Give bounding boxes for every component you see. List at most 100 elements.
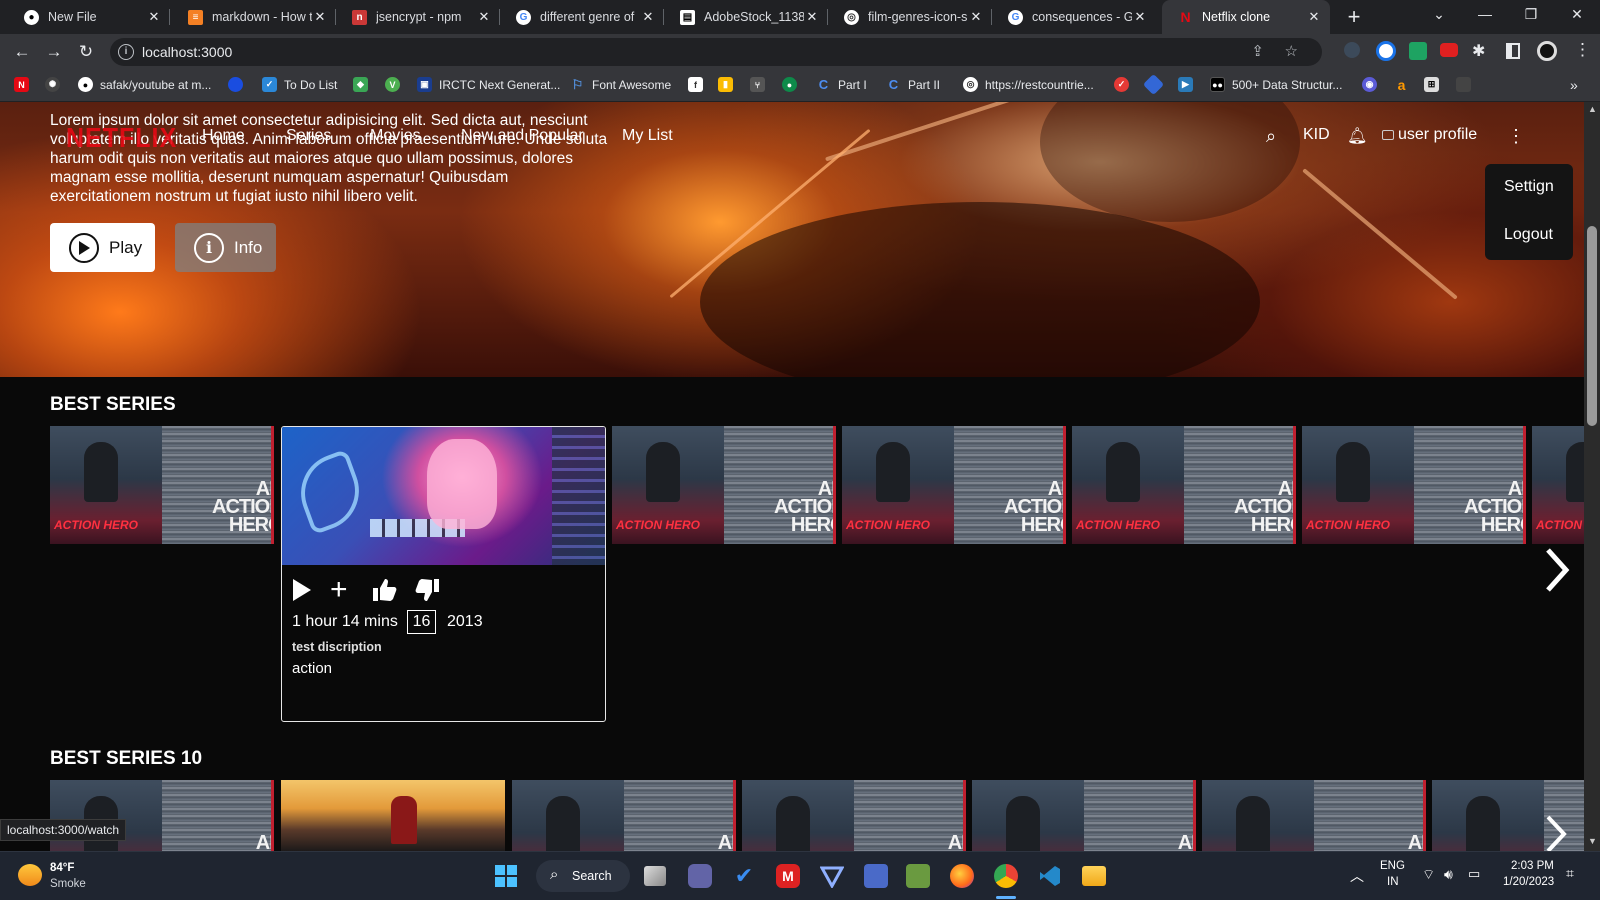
vertical-scrollbar[interactable]: ▲ ▼ — [1584, 102, 1600, 851]
scroll-down-icon[interactable]: ▼ — [1588, 836, 1597, 846]
thumbs-down-icon[interactable] — [415, 578, 441, 609]
chevron-up-icon[interactable]: ︿ — [1350, 866, 1364, 886]
network-app-icon[interactable] — [864, 864, 888, 888]
chrome-icon[interactable] — [994, 864, 1018, 888]
menu-logout[interactable]: Logout — [1504, 226, 1553, 244]
kid-link[interactable]: KID — [1303, 126, 1330, 144]
movie-poster[interactable]: ACTION HEROANACTIONHERO — [1532, 426, 1584, 544]
bookmark-irctc[interactable]: ▣ IRCTC Next Generat... — [417, 77, 560, 92]
sheets-extension-icon[interactable] — [1409, 42, 1427, 60]
movie-poster[interactable]: ACTION HEROANACTIONHERO — [1072, 426, 1296, 544]
movie-poster[interactable]: ACTION HEROANACTIONHERO — [742, 780, 966, 851]
tab-jsencrypt[interactable]: n jsencrypt - npm ✕ — [336, 0, 500, 34]
side-panel-icon[interactable] — [1506, 43, 1520, 59]
browser-menu-icon[interactable]: ⋮ — [1574, 40, 1591, 60]
site-info-icon[interactable]: i — [118, 44, 134, 60]
notification-icon[interactable]: ⌗ — [1566, 865, 1574, 882]
close-icon[interactable]: ✕ — [968, 9, 984, 25]
movie-poster[interactable]: ACTION HEROANACTIONHERO — [1302, 426, 1526, 544]
taskbar-search[interactable]: ⌕ Search — [536, 860, 630, 892]
restore-button[interactable]: ❐ — [1516, 6, 1546, 23]
bookmark-f[interactable]: f — [688, 77, 710, 92]
bookmark-play[interactable]: ▶ — [1178, 77, 1200, 92]
bookmark-openai[interactable]: ✺ — [45, 77, 67, 92]
windows-start-icon[interactable] — [494, 864, 518, 888]
chevron-right-icon[interactable] — [1545, 814, 1567, 851]
address-url[interactable]: localhost:3000 — [142, 44, 232, 60]
bookmark-git[interactable]: ⑂ — [750, 77, 772, 92]
tab-adobestock[interactable]: ▤ AdobeStock_11388 ✕ — [664, 0, 828, 34]
bookmark-blue[interactable] — [228, 77, 250, 92]
bookmark-app[interactable]: ◆ — [353, 77, 375, 92]
profile-link[interactable]: user profile — [1382, 126, 1477, 144]
firefox-icon[interactable] — [950, 864, 974, 888]
tab-film-genres[interactable]: ◎ film-genres-icon-s ✕ — [828, 0, 992, 34]
task-view-icon[interactable] — [644, 866, 666, 886]
weather-widget[interactable]: 84°F Smoke — [16, 860, 96, 894]
close-icon[interactable]: ✕ — [146, 9, 162, 25]
share-icon[interactable]: ⇪ — [1251, 42, 1264, 60]
search-icon[interactable]: ⌕ — [1266, 126, 1276, 147]
extension-icon[interactable] — [1344, 42, 1360, 58]
menu-settings[interactable]: Settign — [1504, 178, 1554, 196]
mail-icon[interactable]: M — [776, 864, 800, 888]
bookmark-doc[interactable] — [1456, 77, 1478, 92]
movie-poster[interactable]: ACTION HEROANACTIONHERO — [612, 426, 836, 544]
address-bar[interactable]: i localhost:3000 ⇪ ☆ — [110, 38, 1322, 66]
close-icon[interactable]: ✕ — [640, 9, 656, 25]
youtube-extension-icon[interactable] — [1440, 43, 1458, 57]
profile-avatar-icon[interactable] — [1537, 41, 1557, 61]
puzzle-icon[interactable]: ✱ — [1472, 41, 1485, 61]
netflix-logo[interactable]: NETFLIX — [66, 123, 177, 155]
language-bottom[interactable]: IN — [1387, 876, 1399, 888]
close-icon[interactable]: ✕ — [1306, 9, 1322, 25]
wifi-icon[interactable]: ⌔ — [1422, 866, 1435, 884]
bookmark-todo[interactable]: ✓ To Do List — [262, 77, 337, 92]
scrollbar-thumb[interactable] — [1587, 226, 1597, 426]
thumbs-up-icon[interactable] — [371, 578, 397, 609]
movie-poster[interactable]: ACTION HEROANACTIONHERO — [1202, 780, 1426, 851]
nav-my-list[interactable]: My List — [622, 127, 673, 145]
add-to-list-icon[interactable]: + — [330, 573, 348, 607]
tab-new-file[interactable]: ● New File ✕ — [8, 0, 170, 34]
new-tab-button[interactable]: + — [1340, 4, 1368, 30]
clock-time[interactable]: 2:03 PM — [1511, 860, 1554, 872]
bookmark-chart[interactable]: ▮ — [718, 77, 740, 92]
movie-poster[interactable]: ACTION HEROANACTIONHERO — [50, 426, 274, 544]
bookmark-datastructures[interactable]: ●● 500+ Data Structur... — [1210, 77, 1342, 92]
scroll-up-icon[interactable]: ▲ — [1588, 104, 1597, 114]
tab-search-icon[interactable]: ⌄ — [1424, 6, 1454, 23]
minimize-button[interactable]: — — [1470, 6, 1500, 22]
chevron-right-icon[interactable] — [1544, 547, 1570, 604]
bookmark-star-icon[interactable]: ☆ — [1285, 42, 1298, 60]
bell-icon[interactable]: 🔔︎ — [1347, 126, 1367, 146]
extension-icon[interactable] — [1376, 41, 1396, 61]
language-top[interactable]: ENG — [1380, 860, 1405, 872]
file-explorer-icon[interactable] — [1082, 866, 1106, 886]
close-icon[interactable]: ✕ — [312, 9, 328, 25]
bookmark-red[interactable]: ✓ — [1114, 77, 1136, 92]
bookmark-restcountries[interactable]: ◎ https://restcountrie... — [963, 77, 1094, 92]
todo-icon[interactable]: ✔ — [732, 864, 756, 888]
volume-icon[interactable]: 🔊︎ — [1444, 866, 1453, 883]
movie-poster[interactable] — [281, 780, 505, 851]
bookmark-part2[interactable]: C Part II — [886, 77, 940, 92]
bookmark-blue2[interactable] — [1142, 73, 1168, 96]
close-window-button[interactable]: ✕ — [1562, 6, 1592, 23]
tab-markdown[interactable]: ≡ markdown - How t ✕ — [172, 0, 336, 34]
app-icon[interactable] — [906, 864, 930, 888]
nav-movies[interactable]: Movies — [370, 127, 421, 145]
forward-button[interactable]: → — [42, 40, 66, 64]
bookmark-part1[interactable]: C Part I — [816, 77, 867, 92]
play-button[interactable]: Play — [50, 223, 155, 272]
clock-date[interactable]: 1/20/2023 — [1503, 876, 1554, 888]
movie-poster[interactable]: ACTION HEROANACTIONHERO — [972, 780, 1196, 851]
bookmark-green[interactable]: ● — [782, 77, 804, 92]
nav-home[interactable]: Home — [202, 127, 245, 145]
bookmark-netflix[interactable]: N — [14, 77, 36, 92]
bookmark-amazon[interactable]: a — [1394, 77, 1416, 93]
info-button[interactable]: i Info — [175, 223, 276, 272]
tab-genre[interactable]: G different genre of ✕ — [500, 0, 664, 34]
back-button[interactable]: ← — [10, 40, 34, 64]
bookmark-v[interactable]: V — [385, 77, 407, 92]
